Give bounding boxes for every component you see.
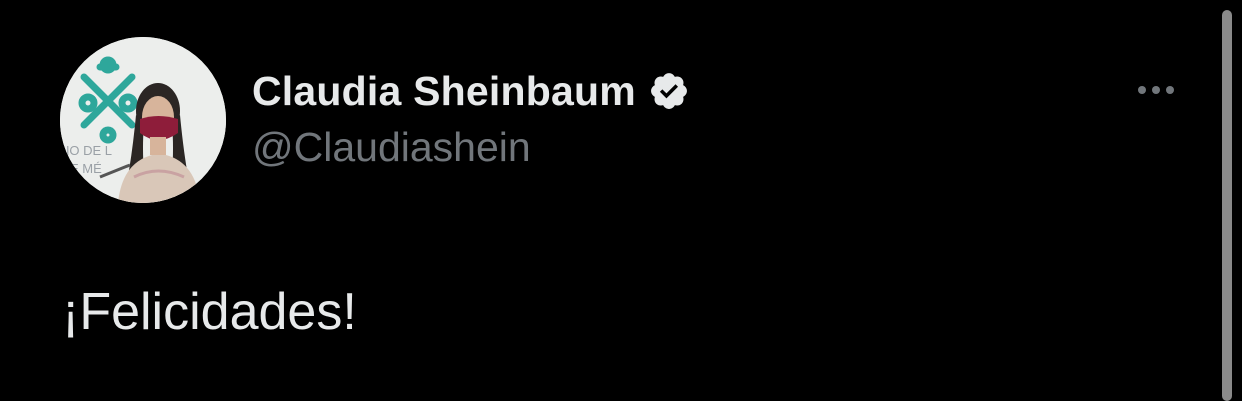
avatar-photo-icon: NO DE L E MÉ: [60, 37, 226, 203]
scrollbar[interactable]: [1222, 10, 1232, 401]
author-display-name[interactable]: Claudia Sheinbaum: [252, 68, 636, 115]
more-options-icon[interactable]: [1128, 76, 1184, 104]
more-dot: [1152, 86, 1160, 94]
tweet-card[interactable]: NO DE L E MÉ Claudia Sheinbaum @Claudias…: [0, 0, 1242, 401]
more-dot: [1138, 86, 1146, 94]
svg-text:E MÉ: E MÉ: [70, 161, 102, 176]
author-handle[interactable]: @Claudiashein: [252, 124, 531, 171]
svg-text:NO DE L: NO DE L: [60, 143, 112, 158]
tweet-text: ¡Felicidades!: [62, 283, 357, 341]
verified-badge-icon: [648, 70, 690, 112]
author-avatar[interactable]: NO DE L E MÉ: [60, 37, 226, 203]
author-name-row: Claudia Sheinbaum: [252, 64, 690, 118]
more-dot: [1166, 86, 1174, 94]
